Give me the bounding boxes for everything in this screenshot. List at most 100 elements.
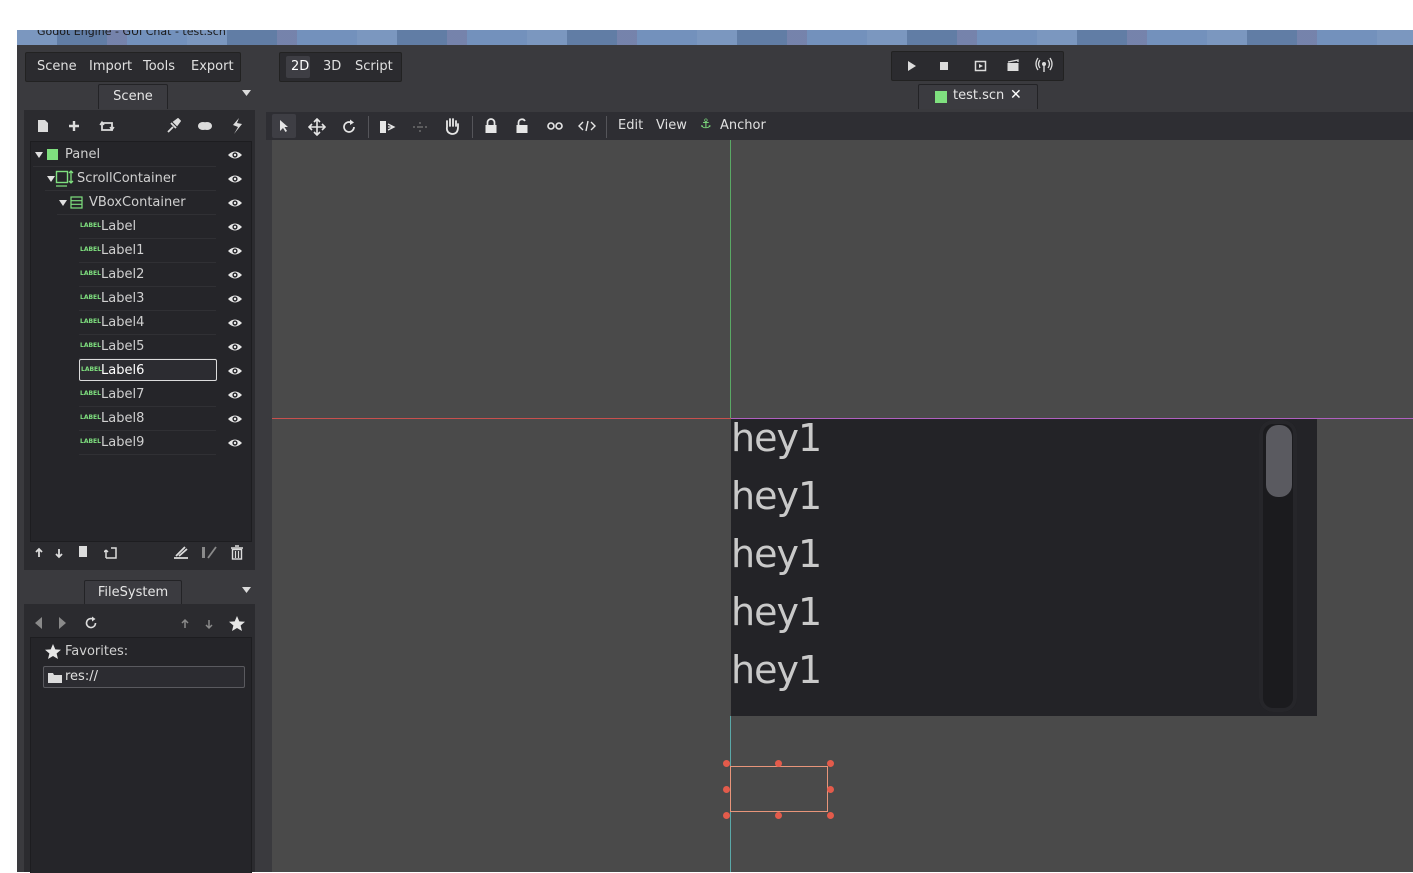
unlock-icon[interactable] [515, 118, 529, 134]
lock-icon[interactable] [484, 118, 498, 134]
tree-row-label7[interactable]: LABEL Label7 [79, 383, 216, 407]
play-icon[interactable] [906, 60, 918, 72]
move-up-icon[interactable] [34, 547, 44, 559]
tree-row-label6-selected[interactable]: LABEL Label6 [79, 359, 217, 381]
tree-row-label5[interactable]: LABEL Label5 [79, 335, 216, 359]
favorite-star-icon[interactable] [228, 615, 246, 632]
tree-row-label4[interactable]: LABEL Label4 [79, 311, 216, 335]
expand-arrow-icon[interactable] [58, 199, 68, 207]
visibility-eye-icon[interactable] [227, 219, 243, 235]
visibility-eye-icon[interactable] [227, 195, 243, 211]
label-icon: LABEL [80, 390, 101, 397]
scene-file-tab[interactable]: test.scn ✕ [918, 84, 1038, 109]
visibility-eye-icon[interactable] [227, 147, 243, 163]
resize-handle-top-right[interactable] [827, 760, 834, 767]
script-icon[interactable] [230, 117, 244, 135]
resize-handle-bottom-left[interactable] [723, 812, 730, 819]
path-label: res:// [65, 669, 98, 684]
groups-icon[interactable] [197, 120, 213, 132]
instance-icon[interactable] [67, 119, 81, 133]
pivot-tool-icon[interactable] [379, 119, 397, 135]
origin-y-axis [730, 140, 731, 419]
selected-node-rect[interactable] [730, 766, 828, 812]
close-icon[interactable]: ✕ [1010, 87, 1022, 103]
pan-hand-icon[interactable] [443, 117, 461, 136]
filesystem-dock-menu-icon[interactable] [241, 586, 252, 594]
menu-scene[interactable]: Scene [37, 53, 77, 81]
window-title-bar[interactable]: Godot Engine - GUI Chat - test.scn [17, 30, 1413, 45]
visibility-eye-icon[interactable] [227, 387, 243, 403]
view-menu[interactable]: View [656, 118, 687, 133]
edit-menu[interactable]: Edit [618, 118, 643, 133]
tree-row-label3[interactable]: LABEL Label3 [79, 287, 216, 311]
visibility-eye-icon[interactable] [227, 171, 243, 187]
resize-handle-top[interactable] [775, 760, 782, 767]
edit-script-icon[interactable] [201, 545, 217, 559]
play-custom-icon[interactable] [1006, 59, 1020, 73]
menu-import[interactable]: Import [89, 53, 132, 81]
move-tool-icon[interactable] [308, 118, 326, 136]
anchor-menu[interactable]: Anchor [720, 118, 766, 133]
tree-label: ScrollContainer [77, 171, 177, 186]
vertical-scrollbar-grabber[interactable] [1266, 425, 1292, 497]
tree-row-scrollcontainer[interactable]: ScrollContainer [45, 167, 216, 191]
move-down-icon[interactable] [54, 547, 64, 559]
tree-row-label8[interactable]: LABEL Label8 [79, 407, 216, 431]
group-link-icon[interactable] [546, 120, 564, 132]
tree-row-label2[interactable]: LABEL Label2 [79, 263, 216, 287]
visibility-eye-icon[interactable] [227, 339, 243, 355]
back-icon[interactable] [34, 616, 44, 630]
tree-row-label1[interactable]: LABEL Label1 [79, 239, 216, 263]
refresh-icon[interactable] [84, 616, 98, 630]
remote-icon[interactable] [1035, 57, 1053, 73]
resize-handle-left[interactable] [723, 786, 730, 793]
duplicate-icon[interactable] [77, 545, 89, 559]
reparent-icon[interactable] [104, 545, 118, 559]
rotate-tool-icon[interactable] [341, 119, 357, 135]
resize-handle-bottom[interactable] [775, 812, 782, 819]
canvas-toolbar [266, 112, 1413, 140]
label-icon: LABEL [80, 246, 101, 253]
visibility-eye-icon[interactable] [227, 243, 243, 259]
scene-dock-menu-icon[interactable] [241, 89, 252, 97]
resize-handle-right[interactable] [827, 786, 834, 793]
visibility-eye-icon[interactable] [227, 267, 243, 283]
tree-row-vboxcontainer[interactable]: VBoxContainer [57, 191, 216, 215]
window-title: Godot Engine - GUI Chat - test.scn [37, 30, 226, 38]
code-icon[interactable] [578, 120, 596, 132]
label-icon: LABEL [81, 366, 102, 373]
toolbar-separator [472, 116, 473, 138]
path-row-res[interactable]: res:// [43, 666, 245, 688]
menu-tools[interactable]: Tools [143, 53, 175, 81]
tree-row-label9[interactable]: LABEL Label9 [79, 431, 216, 455]
label-text: hey1 [731, 648, 822, 692]
tab-script[interactable]: Script [355, 53, 393, 81]
filesystem-dock-tab[interactable]: FileSystem [84, 580, 182, 605]
visibility-eye-icon[interactable] [227, 315, 243, 331]
tree-row-panel[interactable]: Panel [33, 143, 216, 167]
tab-3d[interactable]: 3D [323, 53, 341, 81]
visibility-eye-icon[interactable] [227, 291, 243, 307]
connect-icon[interactable] [165, 118, 181, 134]
scene-dock-tab[interactable]: Scene [98, 84, 168, 109]
merge-icon[interactable] [173, 545, 189, 559]
new-node-icon[interactable] [36, 119, 50, 133]
move-up-icon[interactable] [180, 618, 190, 630]
visibility-eye-icon[interactable] [227, 435, 243, 451]
forward-icon[interactable] [57, 616, 67, 630]
move-down-icon[interactable] [204, 618, 214, 630]
tree-label: VBoxContainer [89, 195, 186, 210]
play-scene-icon[interactable] [974, 59, 988, 73]
visibility-eye-icon[interactable] [227, 363, 243, 379]
pan-disabled-icon[interactable] [412, 120, 428, 134]
resize-handle-top-left[interactable] [723, 760, 730, 767]
tree-row-label[interactable]: LABEL Label [79, 215, 216, 239]
menu-export[interactable]: Export [191, 53, 234, 81]
row-divider [79, 454, 216, 455]
replace-icon[interactable] [99, 119, 115, 133]
resize-handle-bottom-right[interactable] [827, 812, 834, 819]
expand-arrow-icon[interactable] [34, 151, 44, 159]
delete-icon[interactable] [230, 545, 244, 560]
stop-icon[interactable] [938, 60, 950, 72]
visibility-eye-icon[interactable] [227, 411, 243, 427]
